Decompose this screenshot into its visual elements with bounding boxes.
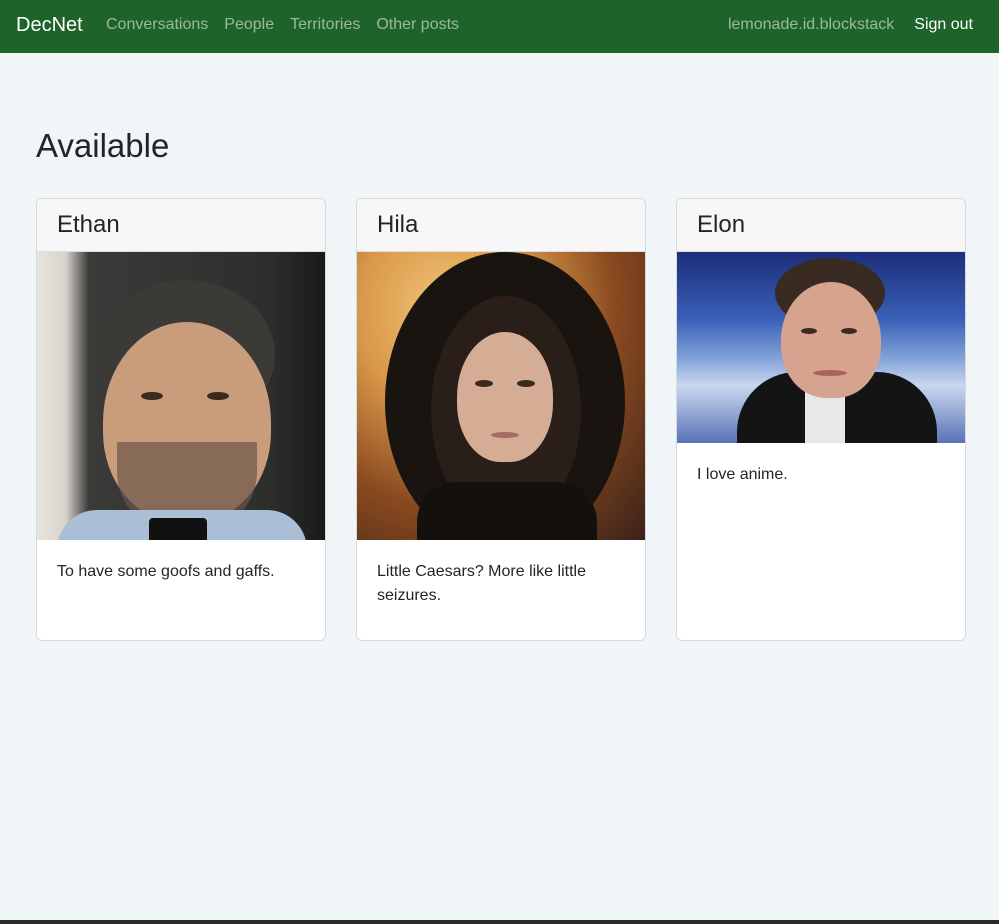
card-header: Elon — [677, 199, 965, 252]
card-text: Little Caesars? More like little seizure… — [377, 563, 586, 604]
nav-right: lemonade.id.blockstack Sign out — [728, 15, 973, 35]
profile-card-ethan[interactable]: Ethan To have some goofs and gaffs. — [36, 198, 326, 641]
nav-link-people[interactable]: People — [224, 15, 274, 35]
profile-photo — [357, 252, 645, 540]
card-header: Ethan — [37, 199, 325, 252]
brand-link[interactable]: DecNet — [16, 13, 83, 37]
page-title: Available — [36, 127, 170, 164]
sign-out-link[interactable]: Sign out — [914, 15, 973, 35]
nav-link-territories[interactable]: Territories — [290, 15, 360, 35]
current-user: lemonade.id.blockstack — [727, 16, 895, 33]
card-header: Hila — [357, 199, 645, 252]
profile-card-hila[interactable]: Hila Little Caesars? More like little se… — [356, 198, 646, 641]
bottom-border — [0, 920, 999, 924]
profile-card-elon[interactable]: Elon I love anime. — [676, 198, 966, 641]
nav-link-other-posts[interactable]: Other posts — [376, 15, 459, 35]
profile-photo — [677, 252, 965, 443]
top-navbar: DecNet Conversations People Territories … — [0, 0, 999, 53]
card-text: I love anime. — [697, 466, 788, 483]
nav-link-conversations[interactable]: Conversations — [106, 15, 208, 35]
card-text: To have some goofs and gaffs. — [57, 563, 275, 580]
nav-links: Conversations People Territories Other p… — [106, 15, 459, 35]
profile-photo — [37, 252, 325, 540]
